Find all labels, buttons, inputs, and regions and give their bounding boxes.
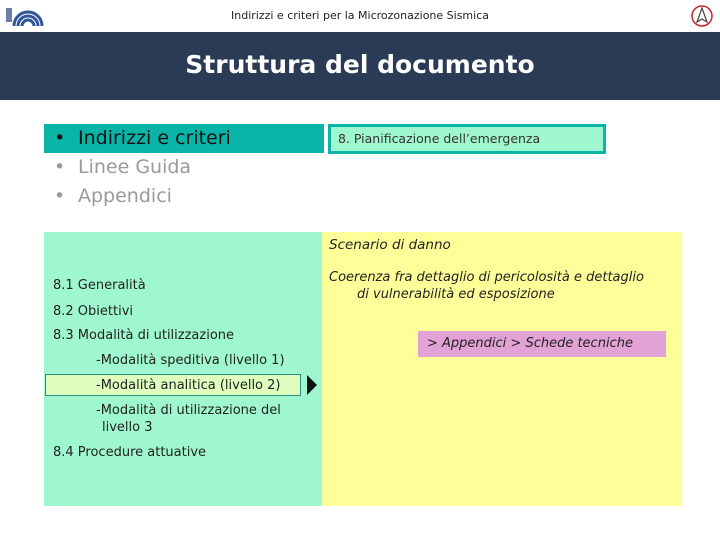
header-text: Indirizzi e criteri per la Microzonazion… <box>231 9 489 22</box>
document-nav: • Indirizzi e criteri • Linee Guida • Ap… <box>44 124 324 211</box>
nav-item-linee-guida[interactable]: • Linee Guida <box>50 153 324 182</box>
nav-item-label: Appendici <box>78 185 172 207</box>
toc-subitem-livello3-line2[interactable]: livello 3 <box>102 420 153 435</box>
toc-subitem-livello2[interactable]: -Modalità analitica (livello 2) <box>96 378 281 393</box>
nav-item-label: Linee Guida <box>78 156 192 178</box>
scenario-heading: Scenario di danno <box>329 237 451 253</box>
toc-item-procedure[interactable]: 8.4 Procedure attuative <box>53 445 206 460</box>
top-header: Indirizzi e criteri per la Microzonazion… <box>0 0 720 32</box>
bullet-icon: • <box>54 156 66 178</box>
toc-item-modalita[interactable]: 8.3 Modalità di utilizzazione <box>53 328 234 343</box>
toc-subitem-livello3-line1[interactable]: -Modalità di utilizzazione del <box>96 403 281 418</box>
nav-item-indirizzi[interactable]: • Indirizzi e criteri <box>44 124 324 153</box>
current-position-arrow-icon <box>307 375 317 395</box>
scenario-desc-line1: Coerenza fra dettaglio di pericolosità e… <box>329 270 644 285</box>
toc-item-generalita[interactable]: 8.1 Generalità <box>53 278 146 293</box>
toc-subitem-livello1[interactable]: -Modalità speditiva (livello 1) <box>96 353 285 368</box>
section-chip-label: 8. Pianificazione dell’emergenza <box>331 127 603 151</box>
compass-logo-icon <box>691 5 713 27</box>
appendici-schede-link[interactable]: > Appendici > Schede tecniche <box>418 331 666 357</box>
bullet-icon: • <box>54 127 66 149</box>
nav-item-appendici[interactable]: • Appendici <box>50 182 324 211</box>
section-chip[interactable]: 8. Pianificazione dell’emergenza <box>328 124 606 154</box>
toc-item-obiettivi[interactable]: 8.2 Obiettivi <box>53 304 133 319</box>
page-title: Struttura del documento <box>185 50 535 79</box>
bullet-icon: • <box>54 185 66 207</box>
scenario-desc-line2: di vulnerabilità ed esposizione <box>357 287 555 302</box>
nav-item-label: Indirizzi e criteri <box>78 127 231 149</box>
toc-panel <box>44 232 322 506</box>
